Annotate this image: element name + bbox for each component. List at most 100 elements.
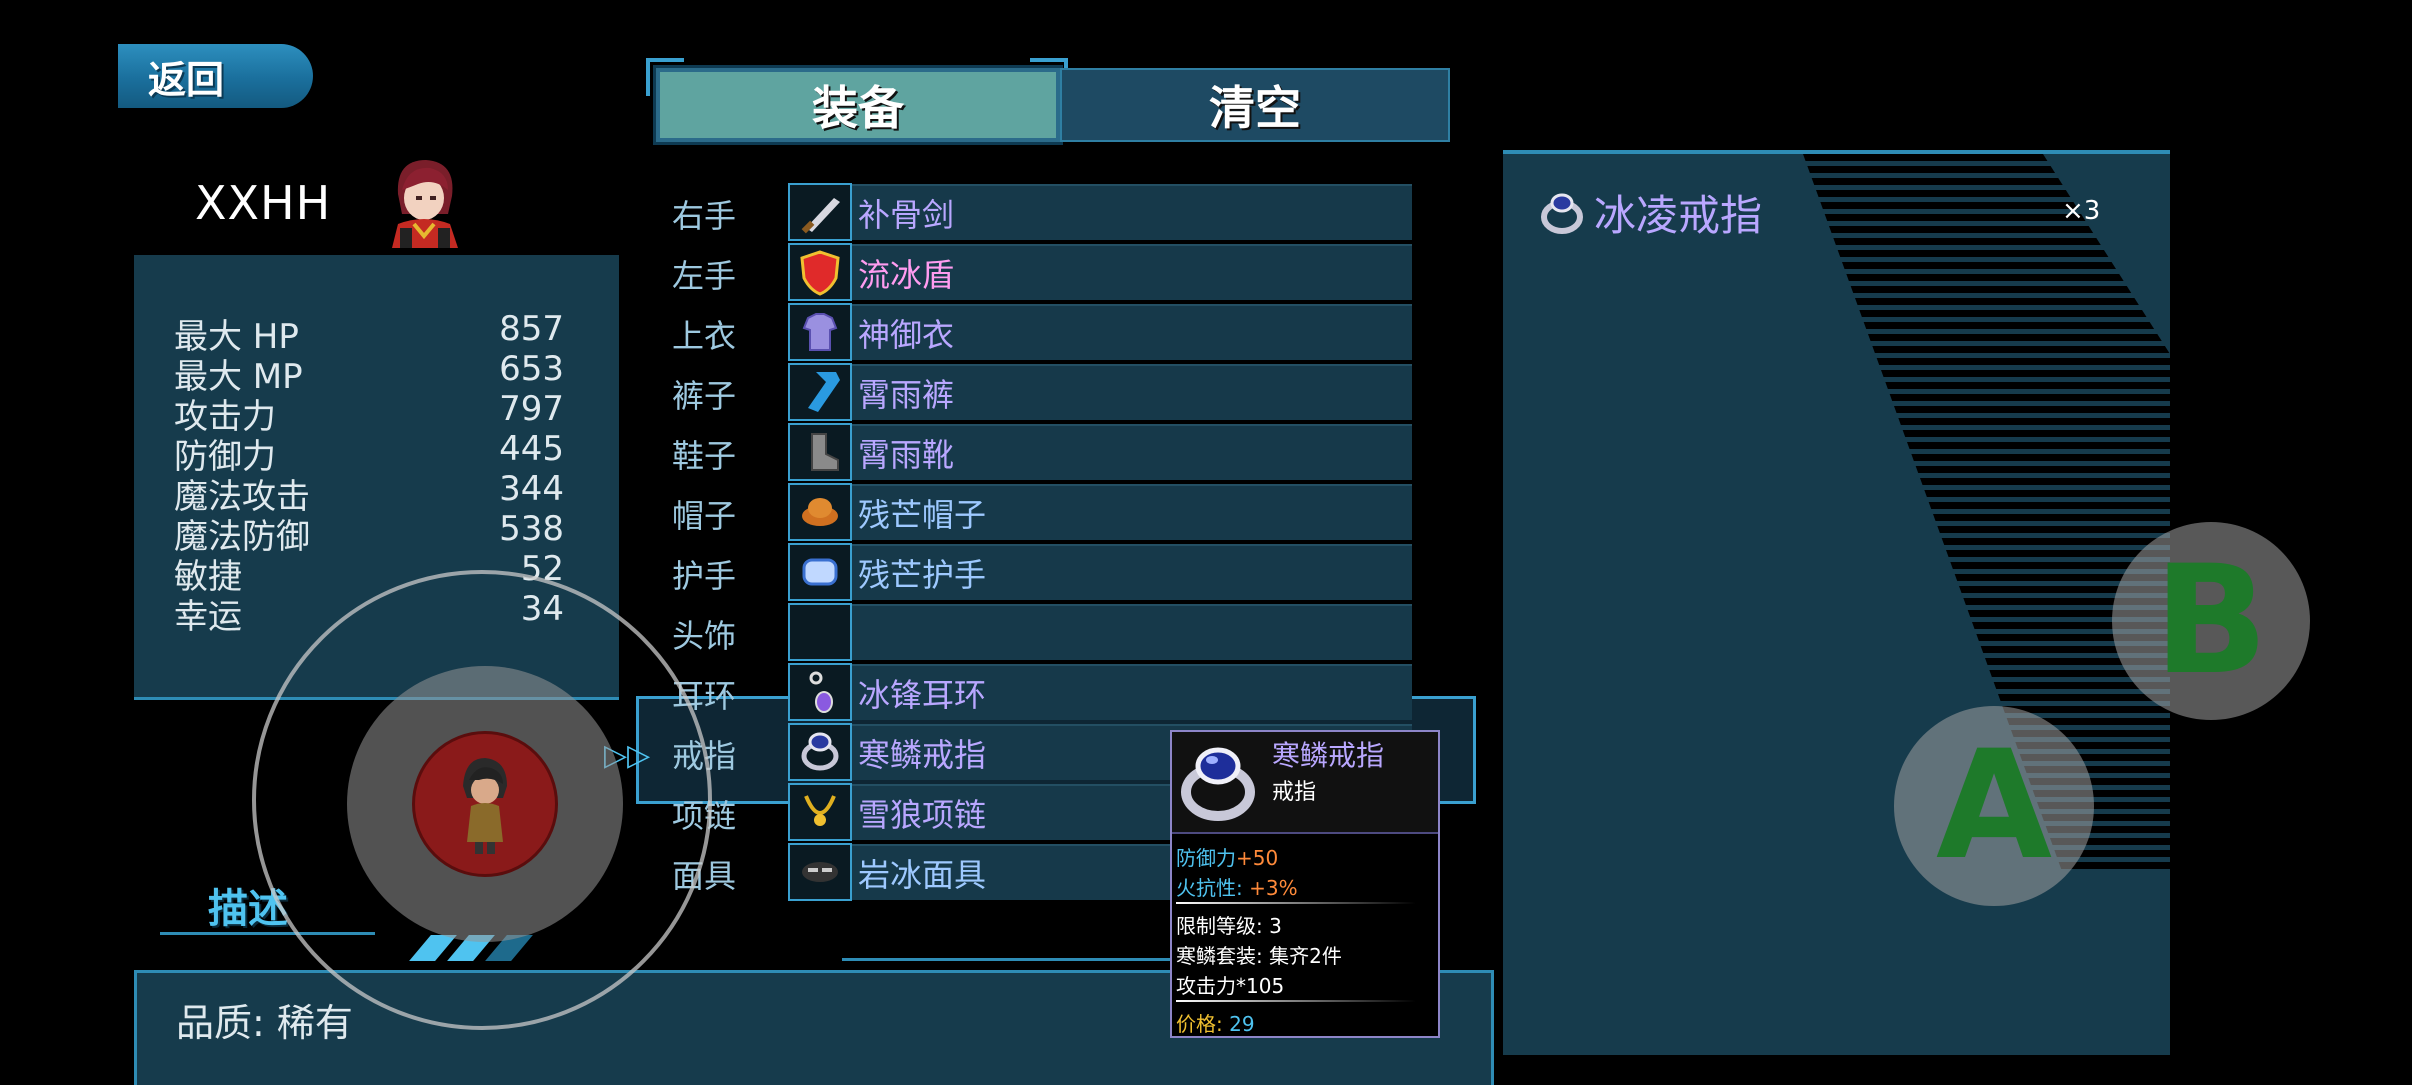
equipment-slot-row[interactable]: 冰锋耳环 (852, 664, 1412, 720)
slot-label: 鞋子 (672, 437, 737, 475)
stat-row: 魔法攻击 344 (174, 469, 564, 517)
pants-icon[interactable] (788, 363, 852, 421)
ring-icon (801, 732, 839, 771)
stat-row: 魔法防御 538 (174, 509, 564, 557)
equipped-item-name: 残芒帽子 (858, 496, 987, 534)
tab-clear[interactable]: 清空 (1060, 68, 1450, 142)
slot-label: 右手 (672, 197, 737, 235)
equipped-item-name: 霄雨裤 (858, 376, 955, 414)
tooltip-price: 价格: 29 (1176, 1008, 1255, 1037)
item-quality: 品质: 稀有 (176, 1001, 353, 1045)
tooltip-level: 限制等级: 3 (1176, 914, 1282, 938)
equipment-slot-row[interactable]: 残芒帽子 (852, 484, 1412, 540)
tooltip-set: 寒鳞套装: 集齐2件 (1176, 944, 1342, 968)
back-label: 返回 (148, 57, 225, 102)
stat-row: 攻击力 797 (174, 389, 564, 437)
stat-value: 445 (499, 429, 564, 469)
necklace-icon[interactable] (788, 783, 852, 841)
hero-sprite-icon (463, 758, 507, 854)
back-button[interactable]: 返回 (118, 44, 313, 108)
gauntlet-icon (802, 558, 838, 586)
equipped-item-name: 霄雨靴 (858, 436, 955, 474)
tooltip-header: 寒鳞戒指 戒指 (1172, 732, 1438, 834)
armor-icon (802, 313, 838, 351)
tooltip-item-type: 戒指 (1272, 780, 1317, 805)
character-name: XXHH (195, 176, 332, 230)
boots-icon (811, 433, 839, 471)
slot-label: 护手 (672, 557, 737, 595)
equipment-slot-row[interactable] (852, 604, 1412, 660)
sword-icon (801, 198, 840, 234)
equipped-item-name: 流冰盾 (858, 256, 955, 294)
stripe-pattern-decoration (1803, 154, 2170, 874)
armor-icon[interactable] (788, 303, 852, 361)
hat-icon[interactable] (788, 483, 852, 541)
stat-value: 538 (499, 509, 564, 549)
stat-value: 344 (499, 469, 564, 509)
tooltip-stat-value: +3% (1249, 876, 1298, 900)
ring-icon (1181, 747, 1255, 821)
stat-row: 最大 MP 653 (174, 349, 564, 397)
tooltip-price-value: 29 (1229, 1012, 1255, 1036)
equipped-item-name: 冰锋耳环 (858, 676, 987, 714)
a-button-label: A (1935, 719, 2053, 893)
hat-icon (802, 498, 838, 526)
tooltip-stat: 防御力+50 (1176, 842, 1278, 871)
ring-icon (1541, 193, 1583, 234)
ring-icon[interactable] (788, 723, 852, 781)
b-button[interactable]: B (2112, 522, 2310, 720)
inventory-panel (1503, 150, 2170, 1055)
stat-row: 防御力 445 (174, 429, 564, 477)
equipped-item-name: 寒鳞戒指 (858, 736, 987, 774)
slot-label: 左手 (672, 257, 737, 295)
equipment-slot-row[interactable]: 霄雨靴 (852, 424, 1412, 480)
tab-equip[interactable]: 装备 (653, 65, 1063, 145)
tooltip-bonus: 攻击力*105 (1176, 974, 1285, 998)
a-button[interactable]: A (1894, 706, 2094, 906)
equipment-slot-row[interactable]: 流冰盾 (852, 244, 1412, 300)
equipped-item-name: 残芒护手 (858, 556, 987, 594)
stat-value: 797 (499, 389, 564, 429)
equipment-slot-row[interactable]: 霄雨裤 (852, 364, 1412, 420)
tooltip-stat-label: 火抗性: (1176, 876, 1243, 900)
joystick-knob[interactable] (412, 731, 558, 877)
equipment-slot-row[interactable]: 残芒护手 (852, 544, 1412, 600)
equipment-slot-row[interactable]: 神御衣 (852, 304, 1412, 360)
tooltip-stat-label: 防御力 (1176, 846, 1236, 870)
stat-row: 最大 HP 857 (174, 309, 564, 357)
mask-icon[interactable] (788, 843, 852, 901)
tooltip-divider (1176, 902, 1416, 904)
shield-icon (800, 250, 840, 296)
shield-icon[interactable] (788, 243, 852, 301)
mask-icon (802, 862, 838, 882)
tooltip-stat-value: +50 (1236, 846, 1279, 870)
equipped-item-name: 补骨剑 (858, 196, 955, 234)
tab-clear-label: 清空 (1209, 81, 1301, 135)
tooltip-divider (1176, 1000, 1416, 1002)
earring-icon[interactable] (788, 663, 852, 721)
equipment-slot-row[interactable]: 补骨剑 (852, 184, 1412, 240)
equipped-item-name: 雪狼项链 (858, 796, 987, 834)
character-portrait (392, 160, 458, 248)
equipped-item-name: 神御衣 (858, 316, 955, 354)
tab-equip-label: 装备 (812, 81, 904, 135)
item-tooltip: 寒鳞戒指 戒指 防御力+50 火抗性: +3% 限制等级: 3 寒鳞套装: 集齐… (1170, 730, 1440, 1038)
slot-label: 裤子 (672, 377, 737, 415)
gauntlet-icon[interactable] (788, 543, 852, 601)
stat-value: 857 (499, 309, 564, 349)
inventory-item[interactable]: 冰凌戒指 (1538, 182, 1762, 243)
inventory-item-name: 冰凌戒指 (1594, 191, 1763, 240)
boots-icon[interactable] (788, 423, 852, 481)
tooltip-stat: 火抗性: +3% (1176, 872, 1298, 901)
empty-slot[interactable] (788, 603, 852, 661)
necklace-icon (804, 795, 836, 826)
b-button-label: B (2153, 534, 2269, 708)
stat-value: 653 (499, 349, 564, 389)
tooltip-item-name: 寒鳞戒指 (1272, 739, 1385, 772)
stat-label: 幸运 (174, 597, 242, 637)
list-bottom-line (842, 958, 1172, 961)
sword-icon[interactable] (788, 183, 852, 241)
equipped-item-name: 岩冰面具 (858, 856, 987, 894)
earring-icon (809, 671, 833, 713)
pants-icon (808, 372, 840, 412)
